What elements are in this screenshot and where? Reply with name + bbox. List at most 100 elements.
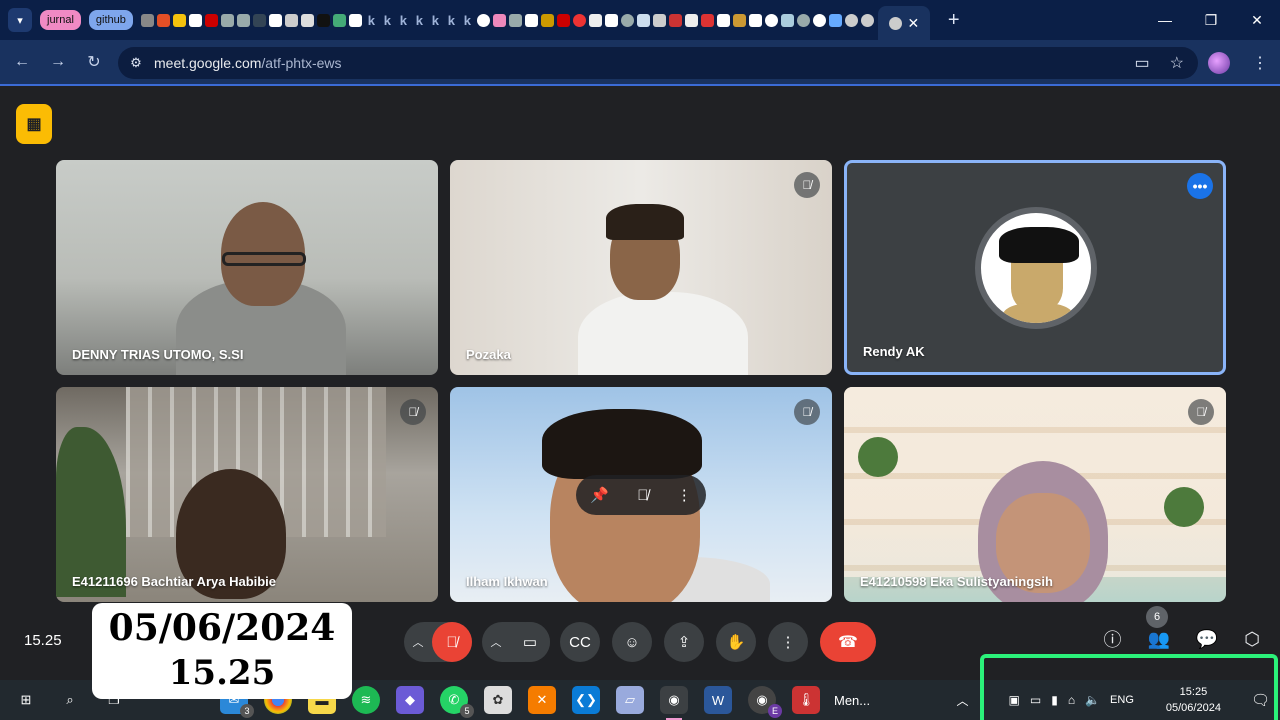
- tab-favicon[interactable]: [828, 13, 842, 27]
- tab-favicon[interactable]: [156, 13, 170, 27]
- microphone-toggle-button[interactable]: 🎙̸: [432, 622, 472, 662]
- tab-favicon[interactable]: [268, 13, 282, 27]
- tab-favicon[interactable]: [636, 13, 650, 27]
- tab-favicon[interactable]: [540, 13, 554, 27]
- tab-favicon[interactable]: [204, 13, 218, 27]
- vscode-icon[interactable]: ❮❯: [572, 686, 600, 714]
- people-icon[interactable]: 👥: [1147, 629, 1169, 650]
- leave-call-button[interactable]: ☎: [820, 622, 876, 662]
- tab-favicon[interactable]: k: [461, 14, 474, 27]
- tab-favicon[interactable]: k: [397, 14, 410, 27]
- participant-tile-active[interactable]: ••• Rendy AK: [844, 160, 1226, 375]
- search-icon[interactable]: ⌕: [56, 686, 84, 714]
- participant-tile[interactable]: 🎙̸ E41210598 Eka Sulistyaningsih: [844, 387, 1226, 602]
- windows-start-icon[interactable]: ⊞: [12, 686, 40, 714]
- participant-tile[interactable]: 🎙̸ Pozaka: [450, 160, 832, 375]
- tab-favicon[interactable]: [556, 13, 570, 27]
- chrome-profile-icon-active[interactable]: ◉: [660, 686, 688, 720]
- tray-chevron-icon[interactable]: ︿: [957, 692, 969, 709]
- tab-favicon[interactable]: [220, 13, 234, 27]
- tab-favicon[interactable]: [492, 13, 506, 27]
- tab-favicon[interactable]: [572, 13, 586, 27]
- site-info-icon[interactable]: ⚙: [118, 55, 154, 71]
- tab-favicon[interactable]: [620, 13, 634, 27]
- activities-icon[interactable]: ⬡: [1244, 629, 1260, 650]
- close-tab-icon[interactable]: ✕: [908, 15, 920, 32]
- pin-icon[interactable]: 📌: [590, 486, 609, 504]
- reactions-button[interactable]: ☺: [612, 622, 652, 662]
- tab-search-button[interactable]: ▾: [8, 8, 32, 32]
- app-icon[interactable]: ▱: [616, 686, 644, 714]
- tab-favicon[interactable]: [172, 13, 186, 27]
- chat-icon[interactable]: 💬: [1196, 629, 1218, 650]
- back-button[interactable]: ←: [4, 53, 40, 71]
- tab-favicon[interactable]: k: [429, 14, 442, 27]
- profile-avatar[interactable]: [1208, 52, 1230, 74]
- tab-favicon[interactable]: [780, 13, 794, 27]
- url-text[interactable]: meet.google.com/atf-phtx-ews: [154, 55, 342, 71]
- word-icon[interactable]: W: [704, 686, 732, 714]
- thermometer-app-icon[interactable]: 🌡: [792, 686, 820, 714]
- tab-group-github[interactable]: github: [88, 10, 133, 30]
- active-tab[interactable]: ✕: [877, 6, 930, 40]
- more-options-icon[interactable]: ⋮: [677, 486, 692, 504]
- tab-favicon[interactable]: [860, 13, 874, 27]
- restore-button[interactable]: ❐: [1188, 0, 1234, 40]
- github-icon[interactable]: [764, 13, 778, 27]
- minimize-button[interactable]: —: [1142, 0, 1188, 40]
- participant-tile[interactable]: 🎙̸ E41211696 Bachtiar Arya Habibie: [56, 387, 438, 602]
- raise-hand-button[interactable]: ✋: [716, 622, 756, 662]
- spotify-icon[interactable]: ≋: [352, 686, 380, 714]
- tab-favicon[interactable]: [300, 13, 314, 27]
- tab-favicon[interactable]: [524, 13, 538, 27]
- tab-favicon[interactable]: [140, 13, 154, 27]
- github-icon[interactable]: [476, 13, 490, 27]
- chrome-profile-icon[interactable]: ◉ E: [748, 686, 782, 718]
- tab-favicon[interactable]: [252, 13, 266, 27]
- tab-favicon[interactable]: [748, 13, 762, 27]
- hidden-tiles-icon[interactable]: ▦: [16, 104, 52, 144]
- tab-favicon[interactable]: [796, 13, 810, 27]
- app-icon[interactable]: ✿: [484, 686, 512, 714]
- meeting-details-icon[interactable]: ⓘ: [1103, 626, 1121, 652]
- tab-favicon[interactable]: [188, 13, 202, 27]
- tab-favicon[interactable]: [684, 13, 698, 27]
- audio-options-chevron-icon[interactable]: ︿: [404, 634, 432, 650]
- tab-favicon[interactable]: [668, 13, 682, 27]
- mute-participant-icon[interactable]: 🎙̸: [637, 487, 648, 504]
- tab-favicon[interactable]: [732, 13, 746, 27]
- camera-toggle-button[interactable]: ▭: [510, 622, 550, 662]
- more-options-icon[interactable]: •••: [1187, 173, 1213, 199]
- present-screen-button[interactable]: ⇪: [664, 622, 704, 662]
- tab-favicon[interactable]: [348, 13, 362, 27]
- taskbar-app-label[interactable]: Men...: [834, 693, 870, 708]
- tab-group-jurnal[interactable]: jurnal: [40, 10, 81, 30]
- tab-favicon[interactable]: k: [413, 14, 426, 27]
- reload-button[interactable]: ↻: [76, 52, 112, 72]
- participant-tile[interactable]: DENNY TRIAS UTOMO, S.SI: [56, 160, 438, 375]
- tab-favicon[interactable]: [284, 13, 298, 27]
- tab-favicon[interactable]: [316, 13, 330, 27]
- tab-favicon[interactable]: [236, 13, 250, 27]
- bookmark-star-icon[interactable]: ☆: [1170, 53, 1184, 73]
- xampp-icon[interactable]: ✕: [528, 686, 556, 714]
- tab-favicon[interactable]: [508, 13, 522, 27]
- tab-favicon[interactable]: [652, 13, 666, 27]
- forward-button[interactable]: →: [40, 53, 76, 71]
- tab-favicon[interactable]: [588, 13, 602, 27]
- tab-favicon[interactable]: k: [365, 14, 378, 27]
- app-icon[interactable]: ◆: [396, 686, 424, 714]
- tab-favicon[interactable]: [700, 13, 714, 27]
- tab-favicon[interactable]: [604, 13, 618, 27]
- video-options-chevron-icon[interactable]: ︿: [482, 634, 510, 650]
- captions-button[interactable]: CC: [560, 622, 600, 662]
- whatsapp-icon[interactable]: ✆ 5: [440, 686, 474, 718]
- more-options-button[interactable]: ⋮: [768, 622, 808, 662]
- new-tab-button[interactable]: +: [948, 9, 960, 32]
- close-window-button[interactable]: ✕: [1234, 0, 1280, 40]
- address-bar[interactable]: ⚙ meet.google.com/atf-phtx-ews ▭ ☆: [118, 47, 1198, 79]
- camera-permission-icon[interactable]: ▭: [1135, 53, 1150, 73]
- tab-favicon[interactable]: [844, 13, 858, 27]
- tab-favicon[interactable]: k: [445, 14, 458, 27]
- browser-menu-icon[interactable]: ⋮: [1252, 53, 1268, 73]
